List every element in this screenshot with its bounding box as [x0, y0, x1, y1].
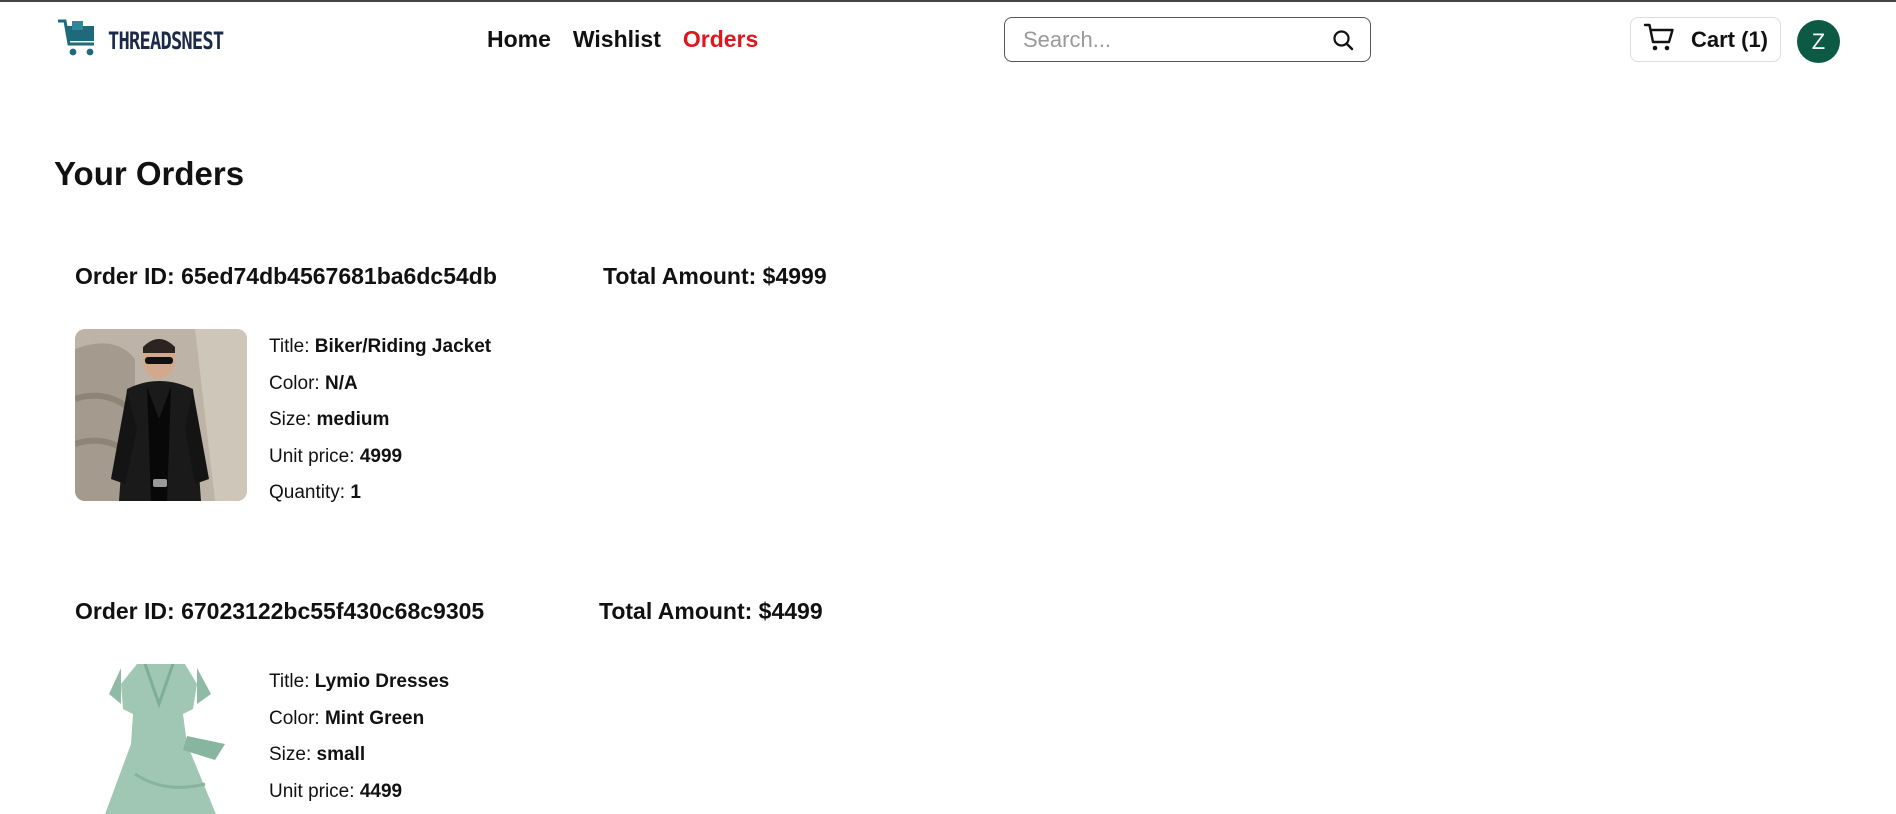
search-icon[interactable] — [1332, 29, 1354, 56]
item-title-row: Title: Lymio Dresses — [269, 671, 450, 692]
item-color-row: Color: N/A — [269, 372, 358, 394]
search-bar — [1004, 17, 1371, 62]
order-id: Order ID: 67023122bc55f430c68c9305 — [75, 598, 485, 624]
search-input[interactable] — [1005, 19, 1305, 60]
item-unit-price: 4999 — [359, 445, 403, 467]
item-size-row: Size: small — [269, 744, 366, 765]
order-total-amount: Total Amount: $4999 — [603, 263, 827, 289]
cart-label: Cart (1) — [1691, 26, 1769, 52]
shopping-cart-logo-icon — [56, 16, 100, 65]
order-card: Order ID: 65ed74db4567681ba6dc54db Total… — [75, 263, 975, 503]
order-item-details: Title: Biker/Riding Jacket Color: N/A Si… — [269, 329, 669, 512]
item-quantity: 1 — [350, 482, 361, 503]
page-title: Your Orders — [54, 155, 245, 192]
nav-wishlist-link[interactable]: Wishlist — [573, 26, 661, 53]
brand-name: THREADSNEST — [108, 26, 224, 55]
top-navbar: THREADSNEST Home Wishlist Orders Cart (1… — [0, 2, 1896, 80]
item-unit-price-row: Unit price: 4499 — [269, 780, 403, 802]
item-title: Lymio Dresses — [314, 671, 450, 692]
order-id: Order ID: 65ed74db4567681ba6dc54db — [75, 263, 497, 289]
item-quantity-row: Quantity: 1 — [269, 482, 361, 503]
item-size-row: Size: medium — [269, 409, 390, 430]
user-avatar[interactable]: Z — [1797, 20, 1840, 63]
cart-icon — [1643, 21, 1675, 58]
item-title: Biker/Riding Jacket — [314, 336, 492, 357]
item-size: small — [316, 744, 366, 765]
order-item-details: Title: Lymio Dresses Color: Mint Green S… — [269, 664, 669, 810]
order-total-amount: Total Amount: $4499 — [599, 598, 823, 624]
nav-orders-link[interactable]: Orders — [683, 26, 758, 53]
order-header: Order ID: 65ed74db4567681ba6dc54db Total… — [75, 263, 975, 293]
brand-logo[interactable]: THREADSNEST — [56, 16, 256, 65]
item-title-row: Title: Biker/Riding Jacket — [269, 336, 492, 357]
order-card: Order ID: 67023122bc55f430c68c9305 Total… — [75, 598, 975, 814]
item-color-row: Color: Mint Green — [269, 707, 425, 729]
product-image-mint-dress — [75, 664, 247, 814]
item-color: N/A — [324, 372, 358, 394]
order-header: Order ID: 67023122bc55f430c68c9305 Total… — [75, 598, 975, 628]
product-image-biker-jacket — [75, 329, 247, 501]
item-unit-price: 4499 — [359, 780, 403, 802]
avatar-initial: Z — [1811, 28, 1826, 54]
nav-home-link[interactable]: Home — [487, 26, 551, 53]
cart-button[interactable]: Cart (1) — [1630, 17, 1781, 62]
item-unit-price-row: Unit price: 4999 — [269, 445, 403, 467]
item-color: Mint Green — [324, 707, 425, 729]
item-size: medium — [316, 409, 390, 430]
main-nav: Home Wishlist Orders — [487, 26, 758, 53]
